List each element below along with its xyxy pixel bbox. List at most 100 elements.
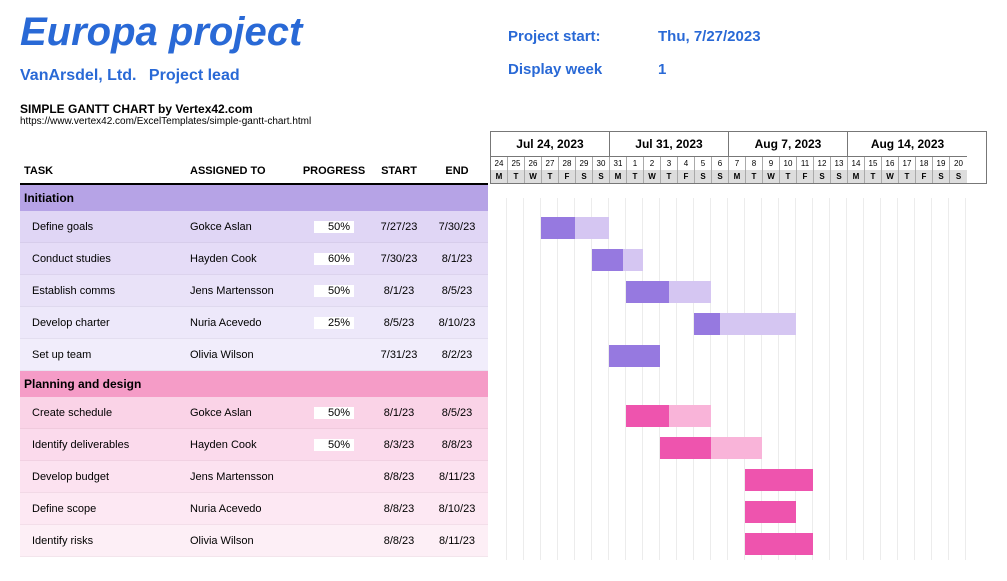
day-of-week: M [848, 170, 865, 183]
gantt-row [490, 400, 987, 432]
start-date: 7/31/23 [370, 349, 428, 361]
gantt-bar-progress[interactable] [745, 533, 813, 555]
start-date: 8/8/23 [370, 503, 428, 515]
gantt-bar-progress[interactable] [745, 501, 796, 523]
day-of-week: T [627, 170, 644, 183]
day-of-week: S [695, 170, 712, 183]
table-row[interactable]: Identify risksOlivia Wilson8/8/238/11/23 [20, 525, 488, 557]
attribution-title: SIMPLE GANTT CHART by Vertex42.com [20, 102, 987, 116]
gantt-bar-progress[interactable] [541, 217, 575, 239]
day-number: 14 [848, 157, 865, 170]
table-row[interactable]: Conduct studiesHayden Cook60%7/30/238/1/… [20, 243, 488, 275]
start-date: 7/27/23 [370, 221, 428, 233]
attribution-link[interactable]: https://www.vertex42.com/ExcelTemplates/… [20, 116, 987, 127]
day-of-week: S [933, 170, 950, 183]
day-of-week: S [831, 170, 848, 183]
table-row[interactable]: Set up teamOlivia Wilson7/31/238/2/23 [20, 339, 488, 371]
day-number: 11 [797, 157, 814, 170]
progress-value[interactable]: 50% [314, 439, 354, 451]
progress-value[interactable]: 60% [314, 253, 354, 265]
start-date: 8/8/23 [370, 471, 428, 483]
day-number: 7 [729, 157, 746, 170]
gantt-bar-progress[interactable] [609, 345, 660, 367]
day-number: 17 [899, 157, 916, 170]
col-header-assigned: ASSIGNED TO [190, 165, 298, 177]
gantt-row [490, 276, 987, 308]
project-lead-label: Project lead [149, 67, 240, 84]
start-date: 8/5/23 [370, 317, 428, 329]
group-header: Planning and design [20, 371, 488, 397]
display-week-value[interactable]: 1 [658, 61, 987, 78]
progress-cell[interactable]: 25% [298, 317, 370, 329]
end-date: 8/11/23 [428, 471, 486, 483]
day-number: 8 [746, 157, 763, 170]
start-date: 8/1/23 [370, 285, 428, 297]
company-name: VanArsdel, Ltd. [20, 67, 136, 84]
week-header: Jul 24, 2023 [491, 132, 610, 157]
col-header-start: START [370, 165, 428, 177]
progress-cell[interactable]: 60% [298, 253, 370, 265]
task-name: Identify risks [20, 535, 190, 547]
progress-cell[interactable]: 50% [298, 285, 370, 297]
assigned-to: Hayden Cook [190, 253, 298, 265]
gantt-row [490, 464, 987, 496]
start-date: 7/30/23 [370, 253, 428, 265]
progress-cell[interactable]: 50% [298, 439, 370, 451]
table-row[interactable]: Define goalsGokce Aslan50%7/27/237/30/23 [20, 211, 488, 243]
progress-value[interactable]: 50% [314, 407, 354, 419]
day-of-week: T [542, 170, 559, 183]
col-header-end: END [428, 165, 486, 177]
day-number: 4 [678, 157, 695, 170]
gantt-bar-progress[interactable] [626, 405, 669, 427]
day-number: 12 [814, 157, 831, 170]
progress-value[interactable]: 50% [314, 285, 354, 297]
day-of-week: F [559, 170, 576, 183]
day-number: 10 [780, 157, 797, 170]
gantt-bar-progress[interactable] [592, 249, 623, 271]
progress-cell[interactable]: 50% [298, 221, 370, 233]
table-row[interactable]: Define scopeNuria Acevedo8/8/238/10/23 [20, 493, 488, 525]
task-name: Conduct studies [20, 253, 190, 265]
day-number: 25 [508, 157, 525, 170]
gantt-row [490, 432, 987, 464]
table-row[interactable]: Establish commsJens Martensson50%8/1/238… [20, 275, 488, 307]
gantt-row [490, 340, 987, 372]
assigned-to: Jens Martensson [190, 471, 298, 483]
task-name: Develop charter [20, 317, 190, 329]
task-table: TASK ASSIGNED TO PROGRESS START END Init… [20, 131, 488, 560]
task-name: Establish comms [20, 285, 190, 297]
table-row[interactable]: Identify deliverablesHayden Cook50%8/3/2… [20, 429, 488, 461]
project-title: Europa project [20, 10, 508, 55]
day-of-week: M [610, 170, 627, 183]
gantt-bar-progress[interactable] [694, 313, 720, 335]
day-of-week: S [576, 170, 593, 183]
end-date: 7/30/23 [428, 221, 486, 233]
gantt-bar-progress[interactable] [660, 437, 711, 459]
progress-cell[interactable]: 50% [298, 407, 370, 419]
table-row[interactable]: Create scheduleGokce Aslan50%8/1/238/5/2… [20, 397, 488, 429]
project-start-value: Thu, 7/27/2023 [658, 28, 987, 45]
day-of-week: T [780, 170, 797, 183]
end-date: 8/5/23 [428, 407, 486, 419]
start-date: 8/3/23 [370, 439, 428, 451]
table-row[interactable]: Develop charterNuria Acevedo25%8/5/238/1… [20, 307, 488, 339]
gantt-bar-progress[interactable] [745, 469, 813, 491]
progress-value[interactable]: 50% [314, 221, 354, 233]
end-date: 8/10/23 [428, 503, 486, 515]
table-header-row: TASK ASSIGNED TO PROGRESS START END [20, 159, 488, 185]
week-header: Jul 31, 2023 [610, 132, 729, 157]
gantt-bar-progress[interactable] [626, 281, 669, 303]
gantt-chart: Jul 24, 2023Jul 31, 2023Aug 7, 2023Aug 1… [488, 131, 987, 560]
day-number: 16 [882, 157, 899, 170]
day-of-week: S [593, 170, 610, 183]
day-number: 18 [916, 157, 933, 170]
day-of-week: F [678, 170, 695, 183]
day-number: 19 [933, 157, 950, 170]
end-date: 8/5/23 [428, 285, 486, 297]
progress-value[interactable]: 25% [314, 317, 354, 329]
day-of-week: T [899, 170, 916, 183]
day-of-week: T [746, 170, 763, 183]
task-name: Develop budget [20, 471, 190, 483]
table-row[interactable]: Develop budgetJens Martensson 8/8/238/11/… [20, 461, 488, 493]
day-of-week: S [814, 170, 831, 183]
